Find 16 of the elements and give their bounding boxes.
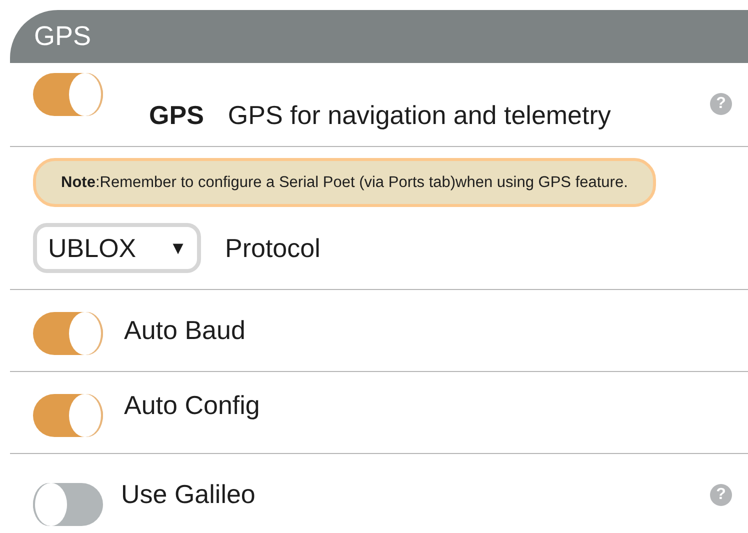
feature-name: GPS (149, 99, 204, 132)
panel-header: GPS (10, 10, 748, 63)
help-icon[interactable]: ? (710, 484, 732, 506)
setting-label: Auto Baud (124, 314, 246, 347)
help-icon[interactable]: ? (710, 93, 732, 115)
caret-icon: ▼ (169, 234, 187, 262)
field-label: Protocol (225, 232, 320, 265)
toggle-switch[interactable] (33, 482, 103, 526)
setting-label: Use Galileo (121, 478, 256, 510)
feature-description: GPS for navigation and telemetry (228, 99, 611, 132)
setting-label: Auto Config (124, 389, 260, 422)
note-message: Note:Remember to configure a Serial Poet (via Ports tab)when using GPS feature. (33, 158, 656, 208)
toggle-switch[interactable] (33, 394, 103, 437)
toggle-switch[interactable] (33, 73, 103, 116)
protocol-select[interactable]: UBLOX ▼ (33, 223, 201, 274)
toggle-switch[interactable] (33, 312, 103, 355)
